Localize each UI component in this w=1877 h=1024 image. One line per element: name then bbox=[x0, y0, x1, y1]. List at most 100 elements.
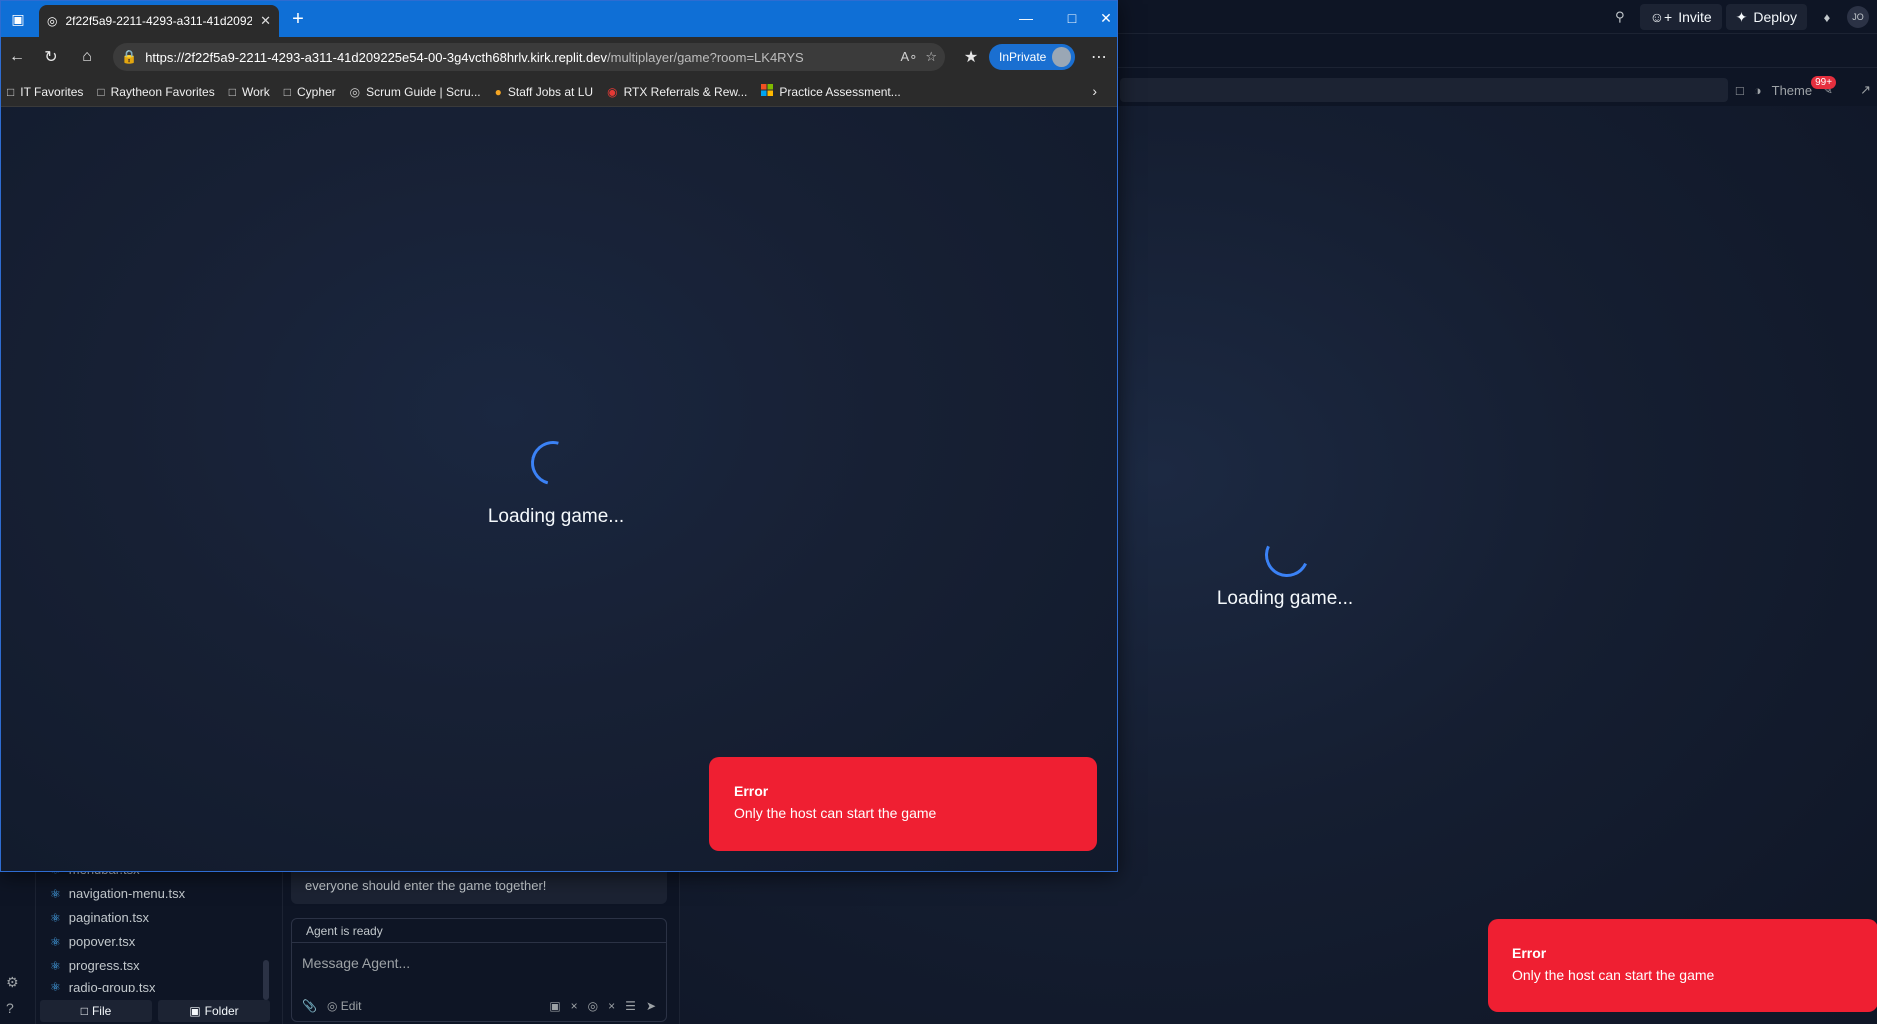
new-tab-button[interactable]: + bbox=[285, 7, 311, 31]
favorites-bar: □ IT Favorites □ Raytheon Favorites □ Work … bbox=[1, 77, 1117, 107]
toast-message: Only the host can start the game bbox=[734, 805, 937, 821]
favorites-icon[interactable]: ★ bbox=[957, 45, 985, 69]
settings-sliders-icon[interactable]: ☰ bbox=[625, 999, 636, 1013]
list-item[interactable]: ⚛ navigation-menu.tsx bbox=[50, 886, 185, 901]
more-icon[interactable]: ⋯ bbox=[1085, 45, 1113, 69]
add-user-icon: ☺+ bbox=[1649, 9, 1673, 25]
favorite-item[interactable]: ◉ RTX Referrals & Rew... bbox=[607, 85, 747, 99]
react-icon: ⚛ bbox=[50, 958, 61, 973]
react-icon: ⚛ bbox=[50, 886, 61, 901]
list-item[interactable]: ⚛ pagination.tsx bbox=[50, 910, 149, 925]
star-icon[interactable]: ☆ bbox=[925, 49, 937, 65]
close-icon[interactable]: ✕ bbox=[260, 13, 271, 29]
theme-label[interactable]: Theme bbox=[1772, 83, 1812, 98]
devtools-icon[interactable]: □ bbox=[1736, 83, 1744, 98]
url-text[interactable]: https://2f22f5a9-2211-4293-a311-41d20922… bbox=[145, 50, 892, 65]
loading-text: Loading game... bbox=[1216, 588, 1354, 609]
favorite-item[interactable]: □ Work bbox=[229, 85, 270, 99]
microsoft-icon bbox=[761, 84, 774, 99]
bell-icon[interactable]: ♦ bbox=[1811, 4, 1843, 30]
tab-actions-icon[interactable]: ▣ bbox=[5, 7, 31, 31]
invite-label: Invite bbox=[1678, 9, 1712, 25]
page-content: Loading game... Error Only the host can … bbox=[1, 107, 1117, 871]
toast-title: Error bbox=[1512, 945, 1547, 961]
globe-icon[interactable]: ◎ bbox=[588, 999, 598, 1013]
bug-icon[interactable]: ⚙ bbox=[6, 974, 19, 991]
agent-status: Agent is ready bbox=[292, 919, 666, 943]
folder-icon: □ bbox=[283, 84, 291, 99]
profile-icon bbox=[1052, 47, 1071, 67]
tab-title: 2f22f5a9-2211-4293-a311-41d209225e54-00-… bbox=[65, 14, 253, 28]
agent-toolbar: 📎 ◎ Edit ▣ × ◎ × ☰ ➤ bbox=[302, 999, 656, 1013]
help-icon[interactable]: ? bbox=[6, 1000, 14, 1016]
edit-mode-button[interactable]: ◎ Edit bbox=[327, 999, 362, 1013]
loading-text: Loading game... bbox=[487, 506, 625, 527]
refresh-icon[interactable]: ↻ bbox=[37, 45, 65, 69]
error-toast[interactable]: Error Only the host can start the game bbox=[1488, 919, 1877, 1012]
open-external-icon[interactable]: ↗ bbox=[1860, 82, 1871, 98]
lock-icon[interactable]: 🔒 bbox=[121, 49, 137, 65]
deploy-label: Deploy bbox=[1753, 9, 1797, 25]
list-item[interactable]: ⚛ radio-group.tsx bbox=[50, 982, 155, 992]
attach-icon[interactable]: 📎 bbox=[302, 999, 317, 1013]
new-folder-button[interactable]: ▣ Folder bbox=[158, 1000, 270, 1022]
folder-icon: □ bbox=[7, 84, 15, 99]
favorite-item[interactable]: □ Cypher bbox=[284, 85, 336, 99]
chip-icon[interactable]: ▣ bbox=[549, 999, 560, 1013]
favorite-item[interactable]: ◎ Scrum Guide | Scru... bbox=[350, 85, 481, 99]
search-icon[interactable]: ⚲ bbox=[1604, 4, 1636, 30]
read-aloud-icon[interactable]: A∘ bbox=[901, 49, 918, 65]
close-window-button[interactable]: ✕ bbox=[1095, 1, 1117, 35]
edge-browser-window: ▣ ◎ 2f22f5a9-2211-4293-a311-41d209225e54… bbox=[0, 0, 1118, 872]
chevron-right-icon[interactable]: › bbox=[1092, 83, 1097, 99]
avatar[interactable]: JO bbox=[1847, 6, 1869, 28]
deploy-button[interactable]: ✦ Deploy bbox=[1725, 4, 1807, 30]
new-file-button[interactable]: □ File bbox=[40, 1000, 152, 1022]
site-icon: ● bbox=[494, 84, 502, 99]
inprivate-button[interactable]: InPrivate bbox=[989, 44, 1075, 70]
preview-tools: □ ◑ Theme ✎ 99+ ↗ bbox=[1736, 76, 1877, 102]
tree-footer: □ File ▣ Folder bbox=[40, 1000, 270, 1022]
react-icon: ⚛ bbox=[50, 982, 61, 992]
close-icon[interactable]: × bbox=[571, 999, 578, 1013]
folder-icon: □ bbox=[97, 84, 105, 99]
file-icon: □ bbox=[80, 1004, 88, 1018]
list-item[interactable]: ⚛ progress.tsx bbox=[50, 958, 140, 973]
favorite-item[interactable]: ● Staff Jobs at LU bbox=[495, 85, 593, 99]
toast-title: Error bbox=[734, 783, 769, 799]
home-icon[interactable]: ⌂ bbox=[73, 45, 101, 69]
palette-icon[interactable]: ◑ bbox=[1754, 83, 1762, 98]
invite-button[interactable]: ☺+ Invite bbox=[1639, 4, 1722, 30]
tab-active[interactable]: ◎ 2f22f5a9-2211-4293-a311-41d209225e54-0… bbox=[39, 5, 279, 37]
preview-url-bar[interactable] bbox=[1120, 78, 1728, 102]
notification-button[interactable]: ✎ 99+ bbox=[1811, 76, 1850, 98]
globe-icon: ◎ bbox=[47, 14, 58, 28]
agent-composer: Agent is ready Message Agent... 📎 ◎ Edit… bbox=[291, 918, 667, 1022]
address-bar[interactable]: 🔒 https://2f22f5a9-2211-4293-a311-41d209… bbox=[113, 43, 945, 71]
close-icon[interactable]: × bbox=[608, 999, 615, 1013]
react-icon: ⚛ bbox=[50, 934, 61, 949]
folder-icon: □ bbox=[228, 84, 236, 99]
react-icon: ⚛ bbox=[50, 910, 61, 925]
browser-toolbar: ← ↻ ⌂ 🔒 https://2f22f5a9-2211-4293-a311-… bbox=[1, 37, 1117, 77]
maximize-button[interactable]: □ bbox=[1049, 1, 1095, 35]
left-rail: ⚙ ? bbox=[0, 868, 36, 1024]
send-icon[interactable]: ➤ bbox=[646, 999, 656, 1013]
minimize-button[interactable]: — bbox=[1003, 1, 1049, 35]
favorite-item[interactable]: □ Raytheon Favorites bbox=[97, 85, 214, 99]
back-icon[interactable]: ← bbox=[3, 45, 31, 69]
folder-icon: ▣ bbox=[189, 1004, 201, 1018]
agent-panel: everyone should enter the game together!… bbox=[282, 868, 680, 1024]
site-icon: ◉ bbox=[607, 84, 618, 99]
favorite-item[interactable]: □ IT Favorites bbox=[7, 85, 83, 99]
agent-input[interactable]: Message Agent... bbox=[292, 943, 666, 983]
scrollbar[interactable] bbox=[263, 960, 269, 1000]
error-toast[interactable]: Error Only the host can start the game bbox=[709, 757, 1097, 851]
title-bar: ▣ ◎ 2f22f5a9-2211-4293-a311-41d209225e54… bbox=[1, 1, 1117, 37]
favorite-item[interactable]: Practice Assessment... bbox=[761, 84, 901, 99]
loading-spinner bbox=[522, 432, 584, 494]
agent-message: everyone should enter the game together! bbox=[291, 868, 667, 904]
deploy-icon: ✦ bbox=[1735, 8, 1748, 25]
notification-badge: 99+ bbox=[1811, 76, 1837, 89]
list-item[interactable]: ⚛ popover.tsx bbox=[50, 934, 135, 949]
